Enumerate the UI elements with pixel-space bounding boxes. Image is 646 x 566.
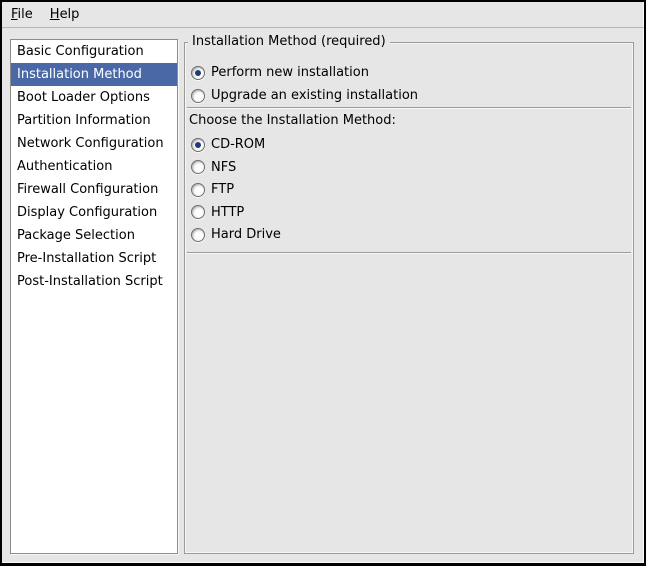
sidebar-item-firewall-configuration[interactable]: Firewall Configuration: [11, 178, 177, 201]
sidebar-item-basic-configuration[interactable]: Basic Configuration: [11, 40, 177, 63]
separator: [187, 252, 631, 253]
installation-method-panel: Installation Method (required) Perform n…: [184, 42, 634, 554]
sidebar-item-partition-information[interactable]: Partition Information: [11, 109, 177, 132]
radio-label: Hard Drive: [211, 227, 281, 242]
choose-method-label: Choose the Installation Method:: [189, 113, 396, 128]
menu-file[interactable]: File: [10, 2, 34, 27]
install-type-radio-group: Perform new installation Upgrade an exis…: [191, 65, 418, 103]
radio-option-ftp[interactable]: FTP: [191, 182, 281, 197]
radio-label: NFS: [211, 160, 236, 175]
radio-button-icon[interactable]: [191, 183, 205, 197]
radio-option-upgrade-an-existing-installation[interactable]: Upgrade an existing installation: [191, 88, 418, 103]
sidebar-item-boot-loader-options[interactable]: Boot Loader Options: [11, 86, 177, 109]
sidebar-item-installation-method[interactable]: Installation Method: [11, 63, 177, 86]
radio-button-icon[interactable]: [191, 228, 205, 242]
sidebar-item-label: Network Configuration: [17, 136, 164, 151]
sidebar-item-label: Display Configuration: [17, 205, 157, 220]
radio-label: FTP: [211, 182, 234, 197]
radio-option-nfs[interactable]: NFS: [191, 160, 281, 175]
kickstart-configurator-window: File Help Basic Configuration Installati…: [0, 0, 646, 566]
separator: [187, 107, 631, 108]
sidebar-item-label: Basic Configuration: [17, 44, 144, 59]
radio-button-icon[interactable]: [191, 160, 205, 174]
sidebar-item-authentication[interactable]: Authentication: [11, 155, 177, 178]
radio-label: Upgrade an existing installation: [211, 88, 418, 103]
sidebar-item-label: Installation Method: [17, 67, 142, 82]
menu-help[interactable]: Help: [49, 2, 81, 27]
radio-option-cd-rom[interactable]: CD-ROM: [191, 137, 281, 152]
sidebar-item-label: Post-Installation Script: [17, 274, 163, 289]
radio-label: Perform new installation: [211, 65, 369, 80]
radio-button-icon[interactable]: [191, 205, 205, 219]
radio-option-hard-drive[interactable]: Hard Drive: [191, 227, 281, 242]
sidebar-item-network-configuration[interactable]: Network Configuration: [11, 132, 177, 155]
sidebar-item-package-selection[interactable]: Package Selection: [11, 224, 177, 247]
radio-label: CD-ROM: [211, 137, 265, 152]
radio-button-icon[interactable]: [191, 66, 205, 80]
sidebar-item-label: Pre-Installation Script: [17, 251, 156, 266]
sidebar-item-label: Firewall Configuration: [17, 182, 158, 197]
sidebar-item-label: Partition Information: [17, 113, 151, 128]
radio-label: HTTP: [211, 205, 244, 220]
method-radio-group: CD-ROM NFS FTP HTTP Hard Drive: [191, 137, 281, 242]
radio-option-http[interactable]: HTTP: [191, 205, 281, 220]
radio-button-icon[interactable]: [191, 89, 205, 103]
sidebar-item-label: Boot Loader Options: [17, 90, 150, 105]
radio-button-icon[interactable]: [191, 138, 205, 152]
section-list[interactable]: Basic Configuration Installation Method …: [10, 39, 178, 554]
sidebar-item-label: Authentication: [17, 159, 112, 174]
panel-title: Installation Method (required): [188, 34, 390, 50]
radio-option-perform-new-installation[interactable]: Perform new installation: [191, 65, 418, 80]
sidebar-item-pre-installation-script[interactable]: Pre-Installation Script: [11, 247, 177, 270]
sidebar-item-post-installation-script[interactable]: Post-Installation Script: [11, 270, 177, 293]
sidebar-item-display-configuration[interactable]: Display Configuration: [11, 201, 177, 224]
menubar: File Help: [2, 2, 644, 28]
sidebar-item-label: Package Selection: [17, 228, 135, 243]
